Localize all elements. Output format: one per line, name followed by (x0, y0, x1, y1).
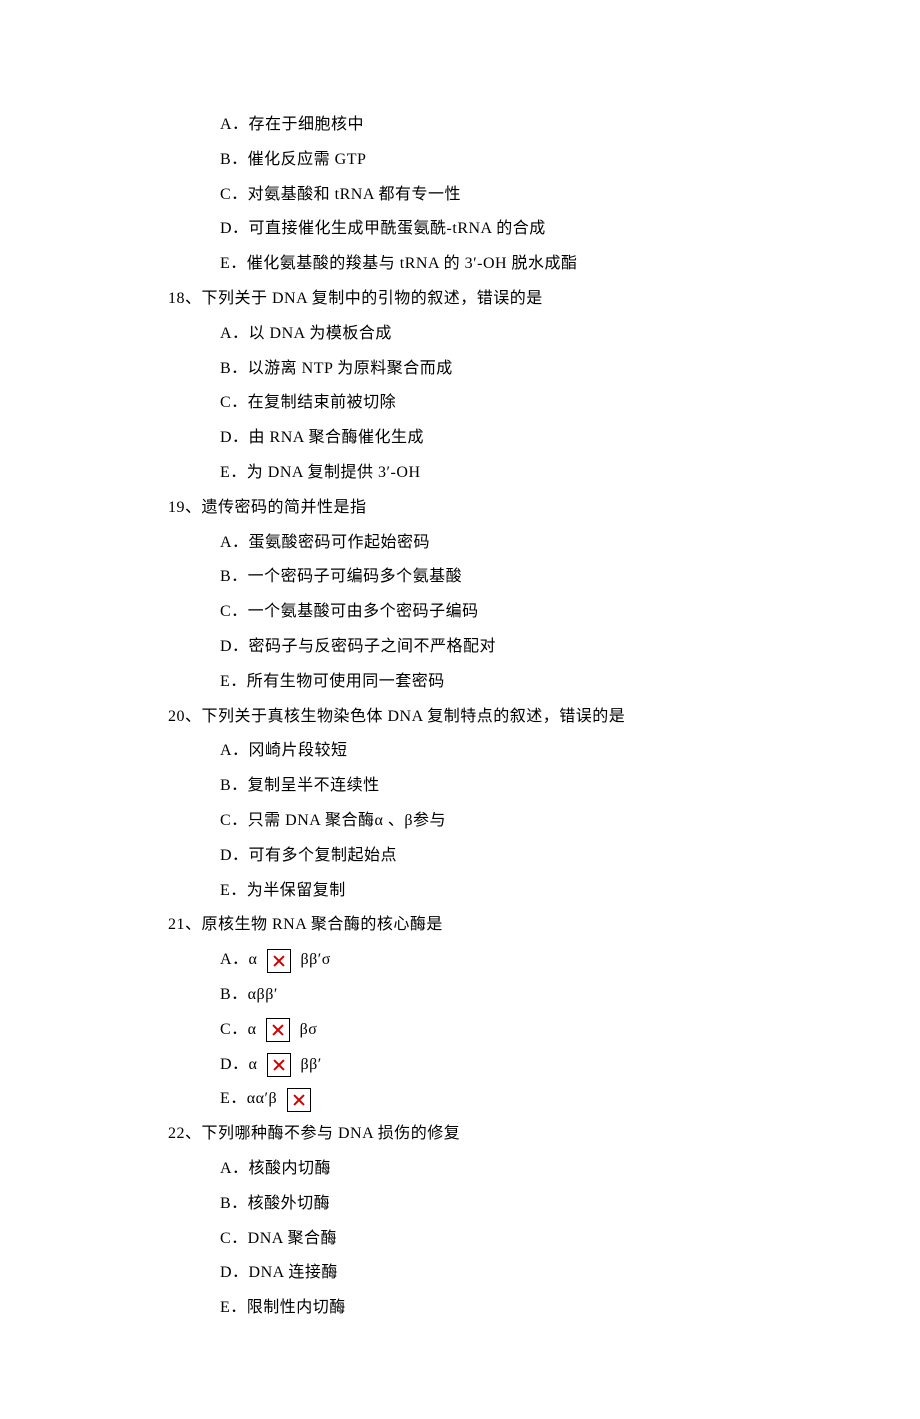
q21-option-c: C．α βσ (168, 1016, 830, 1045)
broken-image-icon (267, 949, 291, 973)
q17-option-c: C．对氨基酸和 tRNA 都有专一性 (168, 181, 830, 210)
q21-option-a-pre: A．α (220, 946, 262, 975)
document-page: A．存在于细胞核中 B．催化反应需 GTP C．对氨基酸和 tRNA 都有专一性… (0, 0, 920, 1419)
q18-option-a: A．以 DNA 为模板合成 (168, 320, 830, 349)
q19-option-e: E．所有生物可使用同一套密码 (168, 668, 830, 697)
q18-option-c: C．在复制结束前被切除 (168, 389, 830, 418)
q20-option-c: C．只需 DNA 聚合酶α 、β参与 (168, 807, 830, 836)
q22-stem: 22、下列哪种酶不参与 DNA 损伤的修复 (168, 1120, 830, 1149)
q19-stem: 19、遗传密码的简并性是指 (168, 494, 830, 523)
q21-option-e: E．αα′β (168, 1085, 830, 1114)
q22-option-d: D．DNA 连接酶 (168, 1259, 830, 1288)
q22-option-b: B．核酸外切酶 (168, 1190, 830, 1219)
q21-stem: 21、原核生物 RNA 聚合酶的核心酶是 (168, 911, 830, 940)
q17-option-e: E．催化氨基酸的羧基与 tRNA 的 3′-OH 脱水成酯 (168, 250, 830, 279)
q19-option-a: A．蛋氨酸密码可作起始密码 (168, 529, 830, 558)
q21-option-d-post: ββ′ (296, 1051, 322, 1080)
q21-option-a: A．α ββ′σ (168, 946, 830, 975)
q17-option-a: A．存在于细胞核中 (168, 111, 830, 140)
broken-image-icon (287, 1088, 311, 1112)
q21-option-e-pre: E．αα′β (220, 1085, 282, 1114)
q20-stem: 20、下列关于真核生物染色体 DNA 复制特点的叙述，错误的是 (168, 703, 830, 732)
q18-stem: 18、下列关于 DNA 复制中的引物的叙述，错误的是 (168, 285, 830, 314)
q19-option-b: B．一个密码子可编码多个氨基酸 (168, 563, 830, 592)
broken-image-icon (267, 1053, 291, 1077)
q21-option-d-pre: D．α (220, 1051, 262, 1080)
q22-option-e: E．限制性内切酶 (168, 1294, 830, 1323)
q21-option-c-post: βσ (295, 1016, 317, 1045)
q17-option-b: B．催化反应需 GTP (168, 146, 830, 175)
q21-option-d: D．α ββ′ (168, 1051, 830, 1080)
q19-option-c: C．一个氨基酸可由多个密码子编码 (168, 598, 830, 627)
q20-option-e: E．为半保留复制 (168, 877, 830, 906)
q21-option-b: B．αββ′ (168, 981, 830, 1010)
q20-option-d: D．可有多个复制起始点 (168, 842, 830, 871)
broken-image-icon (266, 1018, 290, 1042)
q20-option-b: B．复制呈半不连续性 (168, 772, 830, 801)
q22-option-c: C．DNA 聚合酶 (168, 1225, 830, 1254)
q19-option-d: D．密码子与反密码子之间不严格配对 (168, 633, 830, 662)
q18-option-d: D．由 RNA 聚合酶催化生成 (168, 424, 830, 453)
q22-option-a: A．核酸内切酶 (168, 1155, 830, 1184)
q18-option-b: B．以游离 NTP 为原料聚合而成 (168, 355, 830, 384)
q20-option-a: A．冈崎片段较短 (168, 737, 830, 766)
q17-option-d: D．可直接催化生成甲酰蛋氨酰-tRNA 的合成 (168, 215, 830, 244)
q21-option-c-pre: C．α (220, 1016, 261, 1045)
q18-option-e: E．为 DNA 复制提供 3′-OH (168, 459, 830, 488)
q21-option-a-post: ββ′σ (296, 946, 331, 975)
